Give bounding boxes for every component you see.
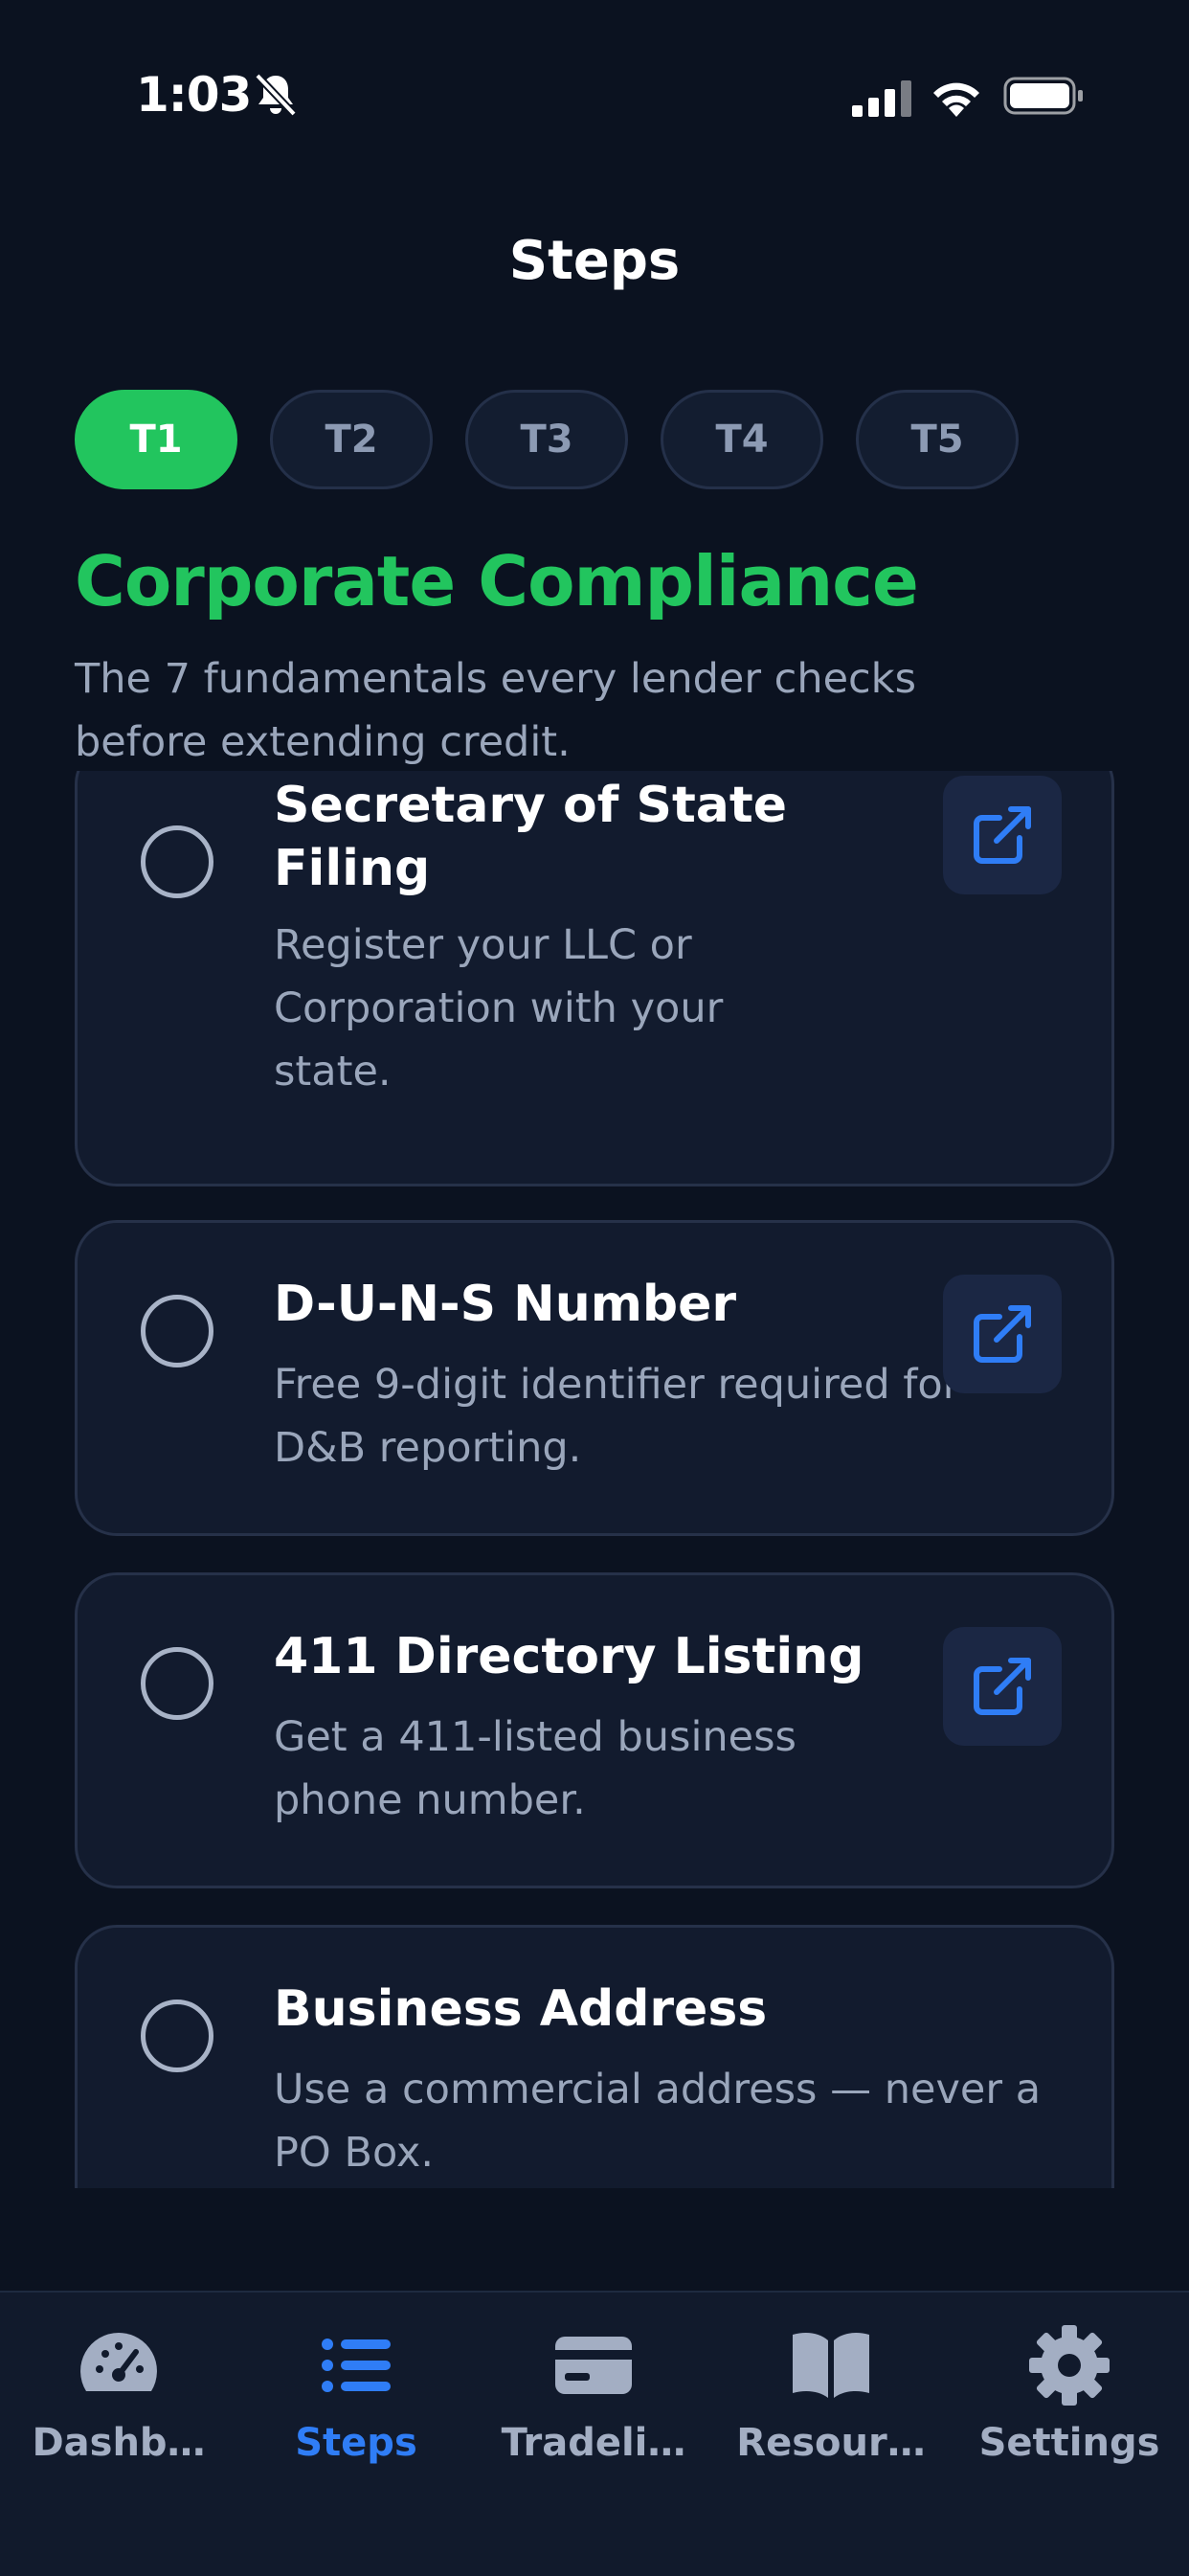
step-description: Register your LLC or Corporation with yo… — [274, 921, 724, 1096]
tab-t3[interactable]: T3 — [465, 390, 628, 489]
book-icon — [793, 2333, 869, 2398]
section-description: The 7 fundamentals every lender checks b… — [75, 655, 916, 766]
step-title: 411 Directory Listing — [274, 1628, 864, 1685]
step-title: Secretary of State Filing — [274, 777, 788, 897]
tabbar-label: Dashb… — [32, 2421, 206, 2465]
credit-card-icon — [555, 2337, 632, 2394]
external-link-icon — [974, 1305, 1031, 1363]
cellular-signal-icon — [852, 80, 911, 117]
battery-icon — [1003, 77, 1083, 115]
step-description: Use a commercial address — never a PO Bo… — [274, 2066, 1042, 2177]
step-checkbox[interactable] — [141, 1295, 213, 1367]
tabbar-item-tradelines[interactable]: Tradeli… — [475, 2319, 712, 2465]
external-link-button[interactable] — [943, 1627, 1062, 1746]
tabbar-item-settings[interactable]: Settings — [950, 2319, 1189, 2465]
wifi-icon — [933, 82, 979, 117]
tabbar-label: Steps — [295, 2421, 417, 2465]
section-title: Corporate Compliance — [75, 541, 919, 621]
step-title: D-U-N-S Number — [274, 1276, 737, 1333]
external-link-icon — [974, 806, 1031, 864]
step-checkbox[interactable] — [141, 2000, 213, 2072]
step-card-duns-number[interactable]: D-U-N-S Number Free 9-digit identifier r… — [75, 1220, 1114, 1536]
step-description: Free 9-digit identifier required for D&B… — [274, 1361, 960, 1472]
bell-slash-icon — [255, 73, 297, 117]
external-link-button[interactable] — [943, 776, 1062, 894]
gauge-icon — [80, 2333, 157, 2391]
step-checkbox[interactable] — [141, 825, 213, 898]
tab-t1[interactable]: T1 — [75, 390, 237, 489]
tab-t4[interactable]: T4 — [661, 390, 823, 489]
tabbar-item-steps[interactable]: Steps — [237, 2319, 475, 2465]
tabbar-item-resources[interactable]: Resour… — [712, 2319, 950, 2465]
tabbar-item-dashboard[interactable]: Dashb… — [0, 2319, 237, 2465]
tabbar-label: Resour… — [736, 2421, 926, 2465]
step-card-secretary-of-state[interactable]: Secretary of State Filing Register your … — [75, 771, 1114, 1186]
tier-tabs: T1 T2 T3 T4 T5 — [75, 390, 1019, 489]
status-time: 1:03 — [136, 67, 252, 123]
external-link-button[interactable] — [943, 1275, 1062, 1393]
tab-t5[interactable]: T5 — [856, 390, 1019, 489]
step-checkbox[interactable] — [141, 1647, 213, 1720]
step-description: Get a 411-listed business phone number. — [274, 1713, 796, 1824]
bottom-tab-bar: Dashb… Steps Tradeli… Resour… Settings — [0, 2291, 1189, 2576]
tabbar-label: Tradeli… — [501, 2421, 686, 2465]
external-link-icon — [974, 1658, 1031, 1715]
page-title: Steps — [508, 230, 681, 292]
list-icon — [322, 2339, 391, 2392]
step-card-business-address[interactable]: Business Address Use a commercial addres… — [75, 1925, 1114, 2188]
tabbar-label: Settings — [978, 2421, 1160, 2465]
step-card-411-directory[interactable]: 411 Directory Listing Get a 411-listed b… — [75, 1572, 1114, 1888]
tab-t2[interactable]: T2 — [270, 390, 433, 489]
step-title: Business Address — [274, 1980, 768, 2038]
steps-list[interactable]: Secretary of State Filing Register your … — [0, 771, 1189, 2188]
gear-icon — [1029, 2325, 1110, 2406]
